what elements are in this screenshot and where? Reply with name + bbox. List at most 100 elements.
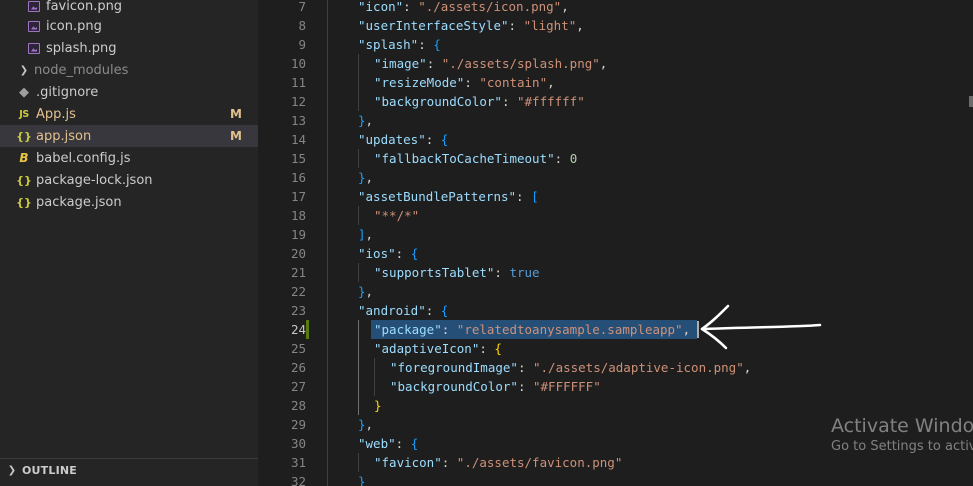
line-number: 17 — [290, 189, 306, 204]
line-number: 11 — [290, 75, 306, 90]
code-line-12: "backgroundColor": "#ffffff" — [374, 94, 585, 109]
file-label: .gitignore — [36, 84, 99, 100]
chevron-right-icon: ❯ — [19, 64, 29, 76]
file-splash-png[interactable]: splash.png — [0, 37, 258, 59]
file-app-js[interactable]: JS App.js M — [0, 103, 258, 125]
file-babel-config[interactable]: B babel.config.js — [0, 147, 258, 169]
line-number: 25 — [290, 341, 306, 356]
line-number: 20 — [290, 246, 306, 261]
js-file-icon: JS — [19, 108, 29, 120]
indent-guide — [358, 149, 359, 168]
code-line-21: "supportsTablet": true — [374, 265, 540, 280]
code-line-23: "android": { — [358, 303, 449, 318]
code-line-7: "icon": "./assets/icon.png", — [358, 0, 569, 14]
file-label: favicon.png — [46, 0, 123, 14]
line-number: 15 — [290, 151, 306, 166]
file-label: package.json — [36, 194, 122, 210]
line-number: 21 — [290, 265, 306, 280]
watermark-subtitle: Go to Settings to activate Windows. — [831, 439, 973, 454]
code-line-28: } — [374, 398, 382, 413]
indent-guide — [358, 54, 359, 111]
line-number: 9 — [298, 37, 306, 52]
image-icon — [26, 18, 42, 34]
image-icon — [26, 40, 42, 56]
watermark-title: Activate Windows — [831, 415, 973, 437]
code-line-32: } — [358, 474, 366, 486]
file-package-lock[interactable]: {} package-lock.json — [0, 169, 258, 191]
indent-guide — [358, 453, 359, 472]
file-label: babel.config.js — [36, 150, 131, 166]
code-line-9: "splash": { — [358, 37, 441, 52]
line-number: 7 — [298, 0, 306, 14]
line-number: 28 — [290, 398, 306, 413]
indent-guide-active — [358, 320, 359, 415]
line-number: 29 — [290, 417, 306, 432]
json-file-icon: {} — [16, 129, 32, 143]
line-number: 30 — [290, 436, 306, 451]
file-icon-png[interactable]: icon.png — [0, 15, 258, 37]
line-number: 8 — [298, 18, 306, 33]
line-number: 26 — [290, 360, 306, 375]
code-line-10: "image": "./assets/splash.png", — [374, 56, 608, 71]
code-line-18: "**/*" — [374, 208, 420, 223]
file-label: splash.png — [46, 40, 117, 56]
line-number: 22 — [290, 284, 306, 299]
file-app-json[interactable]: {} app.json M — [0, 125, 258, 147]
activate-windows-watermark: Activate Windows Go to Settings to activ… — [831, 415, 973, 454]
outline-label: OUTLINE — [22, 463, 78, 477]
code-line-16: }, — [358, 170, 374, 185]
annotation-arrow-icon — [700, 304, 822, 350]
indent-guide — [358, 263, 359, 282]
line-number-active: 24 — [290, 322, 306, 337]
line-number: 18 — [290, 208, 306, 223]
code-line-22: }, — [358, 284, 374, 299]
git-modified-indicator — [306, 320, 309, 339]
code-line-19: ], — [358, 227, 374, 242]
code-line-8: "userInterfaceStyle": "light", — [358, 18, 584, 33]
file-gitignore[interactable]: ◆ .gitignore — [0, 81, 258, 103]
scrollbar-thumb[interactable] — [969, 96, 973, 107]
file-label: App.js — [36, 106, 76, 122]
indent-guide — [374, 358, 375, 396]
json-file-icon: {} — [16, 195, 32, 209]
code-line-20: "ios": { — [358, 246, 419, 261]
indent-guide — [327, 0, 328, 486]
folder-label: node_modules — [34, 62, 129, 78]
line-number: 32 — [290, 474, 306, 486]
code-editor[interactable]: 7 8 9 10 11 12 13 14 15 16 17 18 19 20 2… — [258, 0, 973, 486]
line-number-gutter: 7 8 9 10 11 12 13 14 15 16 17 18 19 20 2… — [258, 0, 306, 486]
line-number: 31 — [290, 455, 306, 470]
code-line-31: "favicon": "./assets/favicon.png" — [374, 455, 623, 470]
code-line-11: "resizeMode": "contain", — [374, 75, 555, 90]
line-number: 16 — [290, 170, 306, 185]
line-number: 13 — [290, 113, 306, 128]
line-number: 10 — [290, 56, 306, 71]
code-line-27: "backgroundColor": "#FFFFFF" — [390, 379, 601, 394]
json-file-icon: {} — [16, 173, 32, 187]
file-label: icon.png — [46, 18, 102, 34]
explorer-sidebar: favicon.png icon.png splash.png ❯ node_m… — [0, 0, 258, 486]
code-line-30: "web": { — [358, 436, 419, 451]
indent-guide — [358, 206, 359, 225]
babel-file-icon: B — [19, 151, 29, 165]
line-number: 14 — [290, 132, 306, 147]
code-line-15: "fallbackToCacheTimeout": 0 — [374, 151, 578, 166]
code-line-17: "assetBundlePatterns": [ — [358, 189, 539, 204]
file-label: app.json — [36, 128, 92, 144]
file-label: package-lock.json — [36, 172, 153, 188]
line-number: 19 — [290, 227, 306, 242]
code-line-26: "foregroundImage": "./assets/adaptive-ic… — [390, 360, 752, 375]
line-number: 12 — [290, 94, 306, 109]
code-line-14: "updates": { — [358, 132, 449, 147]
line-number: 23 — [290, 303, 306, 318]
image-icon — [26, 0, 42, 14]
code-line-29: }, — [358, 417, 374, 432]
modified-badge: M — [230, 107, 242, 121]
folder-node-modules[interactable]: ❯ node_modules — [0, 59, 258, 81]
code-line-13: }, — [358, 113, 374, 128]
file-package-json[interactable]: {} package.json — [0, 191, 258, 213]
code-line-24: "package": "relatedtoanysample.sampleapp… — [374, 322, 691, 337]
outline-section-header[interactable]: ❯ OUTLINE — [0, 458, 258, 481]
code-line-25: "adaptiveIcon": { — [374, 341, 502, 356]
line-number: 27 — [290, 379, 306, 394]
